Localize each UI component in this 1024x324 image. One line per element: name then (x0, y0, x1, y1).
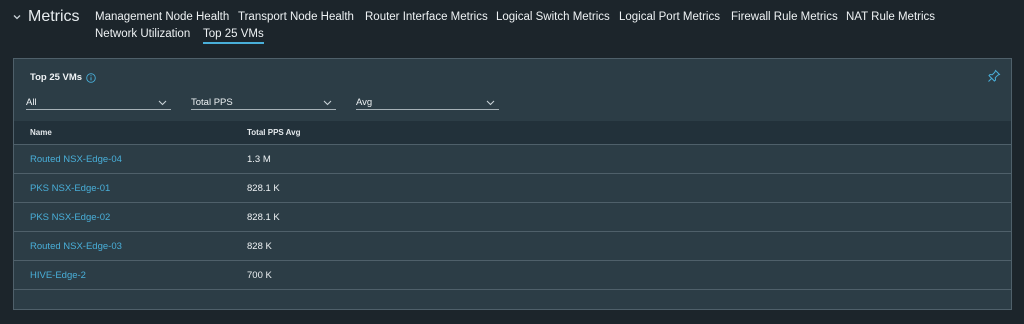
page-header: Metrics Management Node Health Transport… (0, 0, 1024, 50)
chevron-down-icon (13, 15, 21, 20)
page-title: Metrics (28, 8, 80, 25)
tab-management-node-health[interactable]: Management Node Health (95, 11, 229, 23)
vm-name-link[interactable]: HIVE-Edge-2 (30, 270, 86, 281)
vm-pps-value: 828.1 K (247, 212, 280, 223)
tab-logical-port-metrics[interactable]: Logical Port Metrics (619, 11, 720, 23)
vm-pps-value: 828.1 K (247, 183, 280, 194)
aggregation-select[interactable]: Avg (356, 96, 499, 110)
scope-select-value: All (26, 97, 37, 108)
metrics-collapse-toggle[interactable]: Metrics (12, 8, 80, 26)
tab-network-utilization[interactable]: Network Utilization (95, 28, 190, 40)
table-row: Routed NSX-Edge-03 828 K (14, 232, 1011, 261)
info-icon[interactable] (86, 72, 96, 83)
vm-pps-value: 1.3 M (247, 154, 271, 165)
tab-top-25-vms[interactable]: Top 25 VMs (203, 28, 264, 44)
tab-logical-switch-metrics[interactable]: Logical Switch Metrics (496, 11, 610, 23)
pin-icon[interactable] (987, 69, 1001, 83)
tab-nat-rule-metrics[interactable]: NAT Rule Metrics (846, 11, 935, 23)
table-row: Routed NSX-Edge-04 1.3 M (14, 145, 1011, 174)
table-header: Name Total PPS Avg (14, 121, 1011, 145)
table-row: HIVE-Edge-2 700 K (14, 261, 1011, 290)
vm-pps-value: 828 K (247, 241, 272, 252)
table-row: PKS NSX-Edge-01 828.1 K (14, 174, 1011, 203)
vm-name-link[interactable]: Routed NSX-Edge-04 (30, 154, 122, 165)
metric-select-value: Total PPS (191, 97, 233, 108)
vms-table: Name Total PPS Avg Routed NSX-Edge-04 1.… (14, 121, 1011, 290)
column-header-name[interactable]: Name (30, 128, 52, 137)
caret-down-icon (323, 100, 332, 105)
caret-down-icon (486, 100, 495, 105)
tab-router-interface-metrics[interactable]: Router Interface Metrics (365, 11, 488, 23)
card-title-text: Top 25 VMs (30, 72, 83, 83)
tab-firewall-rule-metrics[interactable]: Firewall Rule Metrics (731, 11, 838, 23)
metric-select[interactable]: Total PPS (191, 96, 336, 110)
vm-pps-value: 700 K (247, 270, 272, 281)
column-header-total-pps-avg[interactable]: Total PPS Avg (247, 128, 301, 137)
caret-down-icon (158, 100, 167, 105)
table-row: PKS NSX-Edge-02 828.1 K (14, 203, 1011, 232)
top-25-vms-card: Top 25 VMs All Total PPS Avg Name Total … (13, 58, 1012, 310)
vm-name-link[interactable]: PKS NSX-Edge-02 (30, 212, 110, 223)
vm-name-link[interactable]: PKS NSX-Edge-01 (30, 183, 110, 194)
tab-transport-node-health[interactable]: Transport Node Health (238, 11, 354, 23)
aggregation-select-value: Avg (356, 97, 373, 108)
card-title: Top 25 VMs (30, 72, 96, 83)
vm-name-link[interactable]: Routed NSX-Edge-03 (30, 241, 122, 252)
scope-select[interactable]: All (26, 96, 171, 110)
